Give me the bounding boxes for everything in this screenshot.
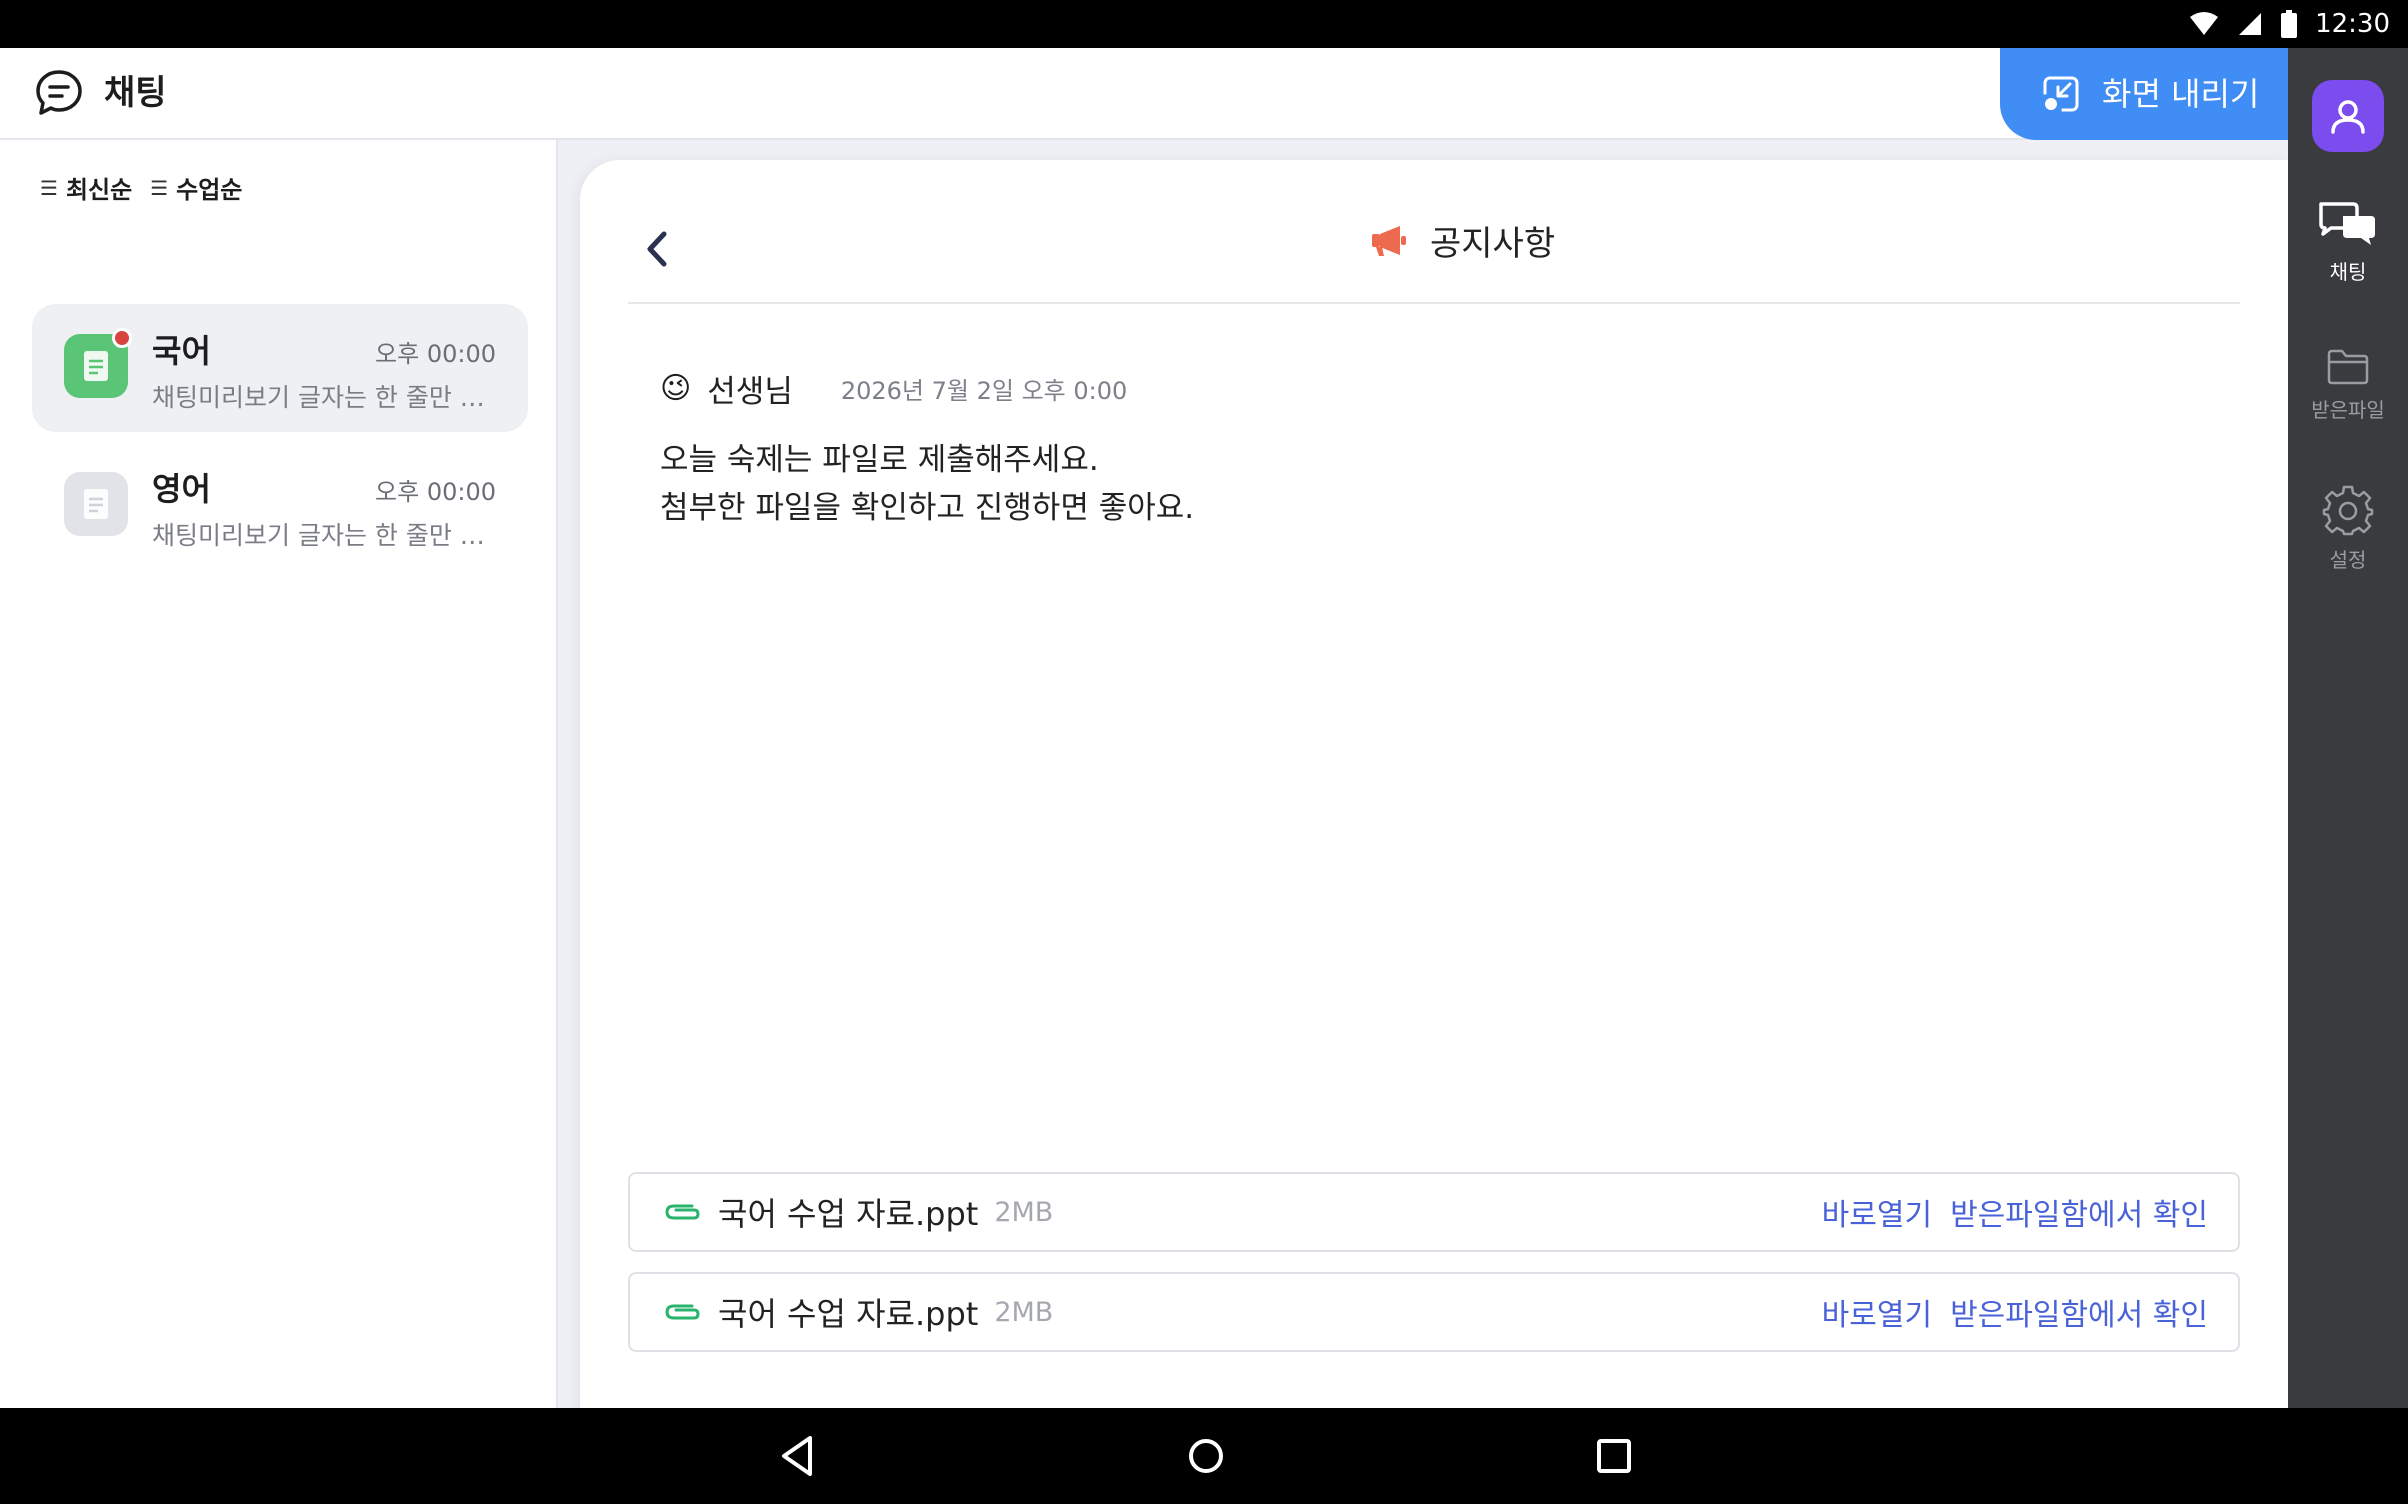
megaphone-icon: [1372, 225, 1406, 256]
recents-nav-icon[interactable]: [1588, 1430, 1640, 1482]
message-date: 2026년 7월 2일 오후 0:00: [840, 377, 1128, 405]
open-now-link[interactable]: 바로열기: [1822, 1290, 1932, 1334]
notice-title: 공지사항: [1430, 224, 1556, 264]
sender-emoji: 😉: [660, 371, 692, 406]
lower-screen-label: 화면 내리기: [2102, 75, 2260, 113]
attachment-item: 국어 수업 자료.ppt 2MB 바로열기 받은파일함에서 확인: [628, 1172, 2240, 1252]
home-nav-icon[interactable]: [1180, 1430, 1232, 1482]
document-icon: [84, 489, 108, 519]
document-icon: [84, 351, 108, 381]
notice-panel: 공지사항 😉 선생님 2026년 7월 2일 오후 0:00 오늘 숙제는 파일…: [580, 160, 2288, 1408]
message-header: 😉 선생님 2026년 7월 2일 오후 0:00: [660, 366, 1127, 411]
sort-options: ☰ 최신순 ☰ 수업순: [40, 170, 242, 205]
attachment-name: 국어 수업 자료.ppt: [718, 1195, 979, 1233]
chat-room-sidebar: ☰ 최신순 ☰ 수업순 국어 오후 00:00 채팅미리보기 글자는 한 줄만 …: [0, 140, 558, 1408]
room-name: 국어: [152, 332, 211, 370]
nav-received-files-label: 받은파일: [2311, 398, 2385, 422]
notice-header: 공지사항: [1370, 216, 1555, 265]
clock: 12:30: [2315, 9, 2390, 39]
nav-received-files[interactable]: 받은파일: [2288, 348, 2408, 423]
chat-room-item[interactable]: 국어 오후 00:00 채팅미리보기 글자는 한 줄만 보이게 처리: [32, 304, 528, 432]
sort-class-label: 수업순: [176, 176, 243, 204]
sort-icon: ☰: [40, 175, 58, 200]
battery-icon: [2281, 10, 2298, 38]
back-arrow-icon[interactable]: [638, 224, 678, 274]
profile-button[interactable]: [2312, 80, 2384, 152]
page-title: 채팅: [104, 73, 167, 113]
attachment-actions: 바로열기 받은파일함에서 확인: [1822, 1190, 2208, 1234]
right-nav-rail: 채팅 받은파일 설정: [2288, 48, 2408, 1408]
top-bar: 채팅: [0, 48, 2288, 140]
sort-latest-label: 최신순: [65, 176, 133, 204]
sender-name: 선생님: [707, 374, 793, 410]
nav-chat-label: 채팅: [2329, 260, 2367, 284]
user-icon: [2331, 100, 2365, 134]
status-bar: 12:30: [0, 0, 2408, 48]
sort-class-button[interactable]: ☰ 수업순: [150, 170, 242, 205]
room-icon: [64, 472, 128, 536]
room-preview: 채팅미리보기 글자는 한 줄만 보이게 처리: [152, 383, 492, 412]
folder-icon: [2327, 349, 2369, 385]
attachment-item: 국어 수업 자료.ppt 2MB 바로열기 받은파일함에서 확인: [628, 1272, 2240, 1352]
room-name: 영어: [152, 470, 211, 508]
back-nav-icon[interactable]: [772, 1430, 824, 1482]
attachment-size: 2MB: [994, 1296, 1054, 1328]
attachment-actions: 바로열기 받은파일함에서 확인: [1822, 1290, 2208, 1334]
message-line: 오늘 숙제는 파일로 제출해주세요.: [660, 442, 1099, 478]
message-body: 오늘 숙제는 파일로 제출해주세요. 첨부한 파일을 확인하고 진행하면 좋아요…: [660, 436, 1194, 532]
nav-settings-label: 설정: [2329, 548, 2367, 572]
chat-icon: [36, 70, 82, 115]
attachment-name: 국어 수업 자료.ppt: [718, 1295, 979, 1333]
app-window: 채팅 화면 내리기 ☰ 최신순 ☰ 수업순 국어 오후 00:00 채팅미리보기…: [0, 48, 2408, 1408]
message-line: 첨부한 파일을 확인하고 진행하면 좋아요.: [660, 490, 1195, 526]
sort-latest-button[interactable]: ☰ 최신순: [40, 170, 132, 205]
gear-icon: [2322, 485, 2374, 536]
room-time: 오후 00:00: [375, 340, 496, 368]
minimize-icon: [2043, 76, 2079, 112]
room-time: 오후 00:00: [375, 478, 496, 506]
system-nav-bar: [0, 1408, 2408, 1504]
room-preview: 채팅미리보기 글자는 한 줄만 보이게 처리: [152, 521, 492, 550]
unread-dot: [112, 328, 132, 348]
signal-icon: [2239, 13, 2262, 35]
check-in-inbox-link[interactable]: 받은파일함에서 확인: [1950, 1190, 2208, 1234]
sort-icon: ☰: [150, 175, 169, 200]
lower-screen-button[interactable]: 화면 내리기: [2000, 48, 2288, 140]
attachment-size: 2MB: [994, 1196, 1054, 1228]
chat-room-item[interactable]: 영어 오후 00:00 채팅미리보기 글자는 한 줄만 보이게 처리: [32, 442, 528, 570]
paperclip-icon: [665, 1204, 700, 1220]
nav-chat[interactable]: 채팅: [2288, 200, 2408, 285]
divider: [628, 302, 2240, 304]
check-in-inbox-link[interactable]: 받은파일함에서 확인: [1950, 1290, 2208, 1334]
chat-bubbles-icon: [2319, 202, 2375, 245]
paperclip-icon: [665, 1304, 700, 1320]
wifi-icon: [2190, 12, 2219, 35]
nav-settings[interactable]: 설정: [2288, 484, 2408, 573]
open-now-link[interactable]: 바로열기: [1822, 1190, 1932, 1234]
